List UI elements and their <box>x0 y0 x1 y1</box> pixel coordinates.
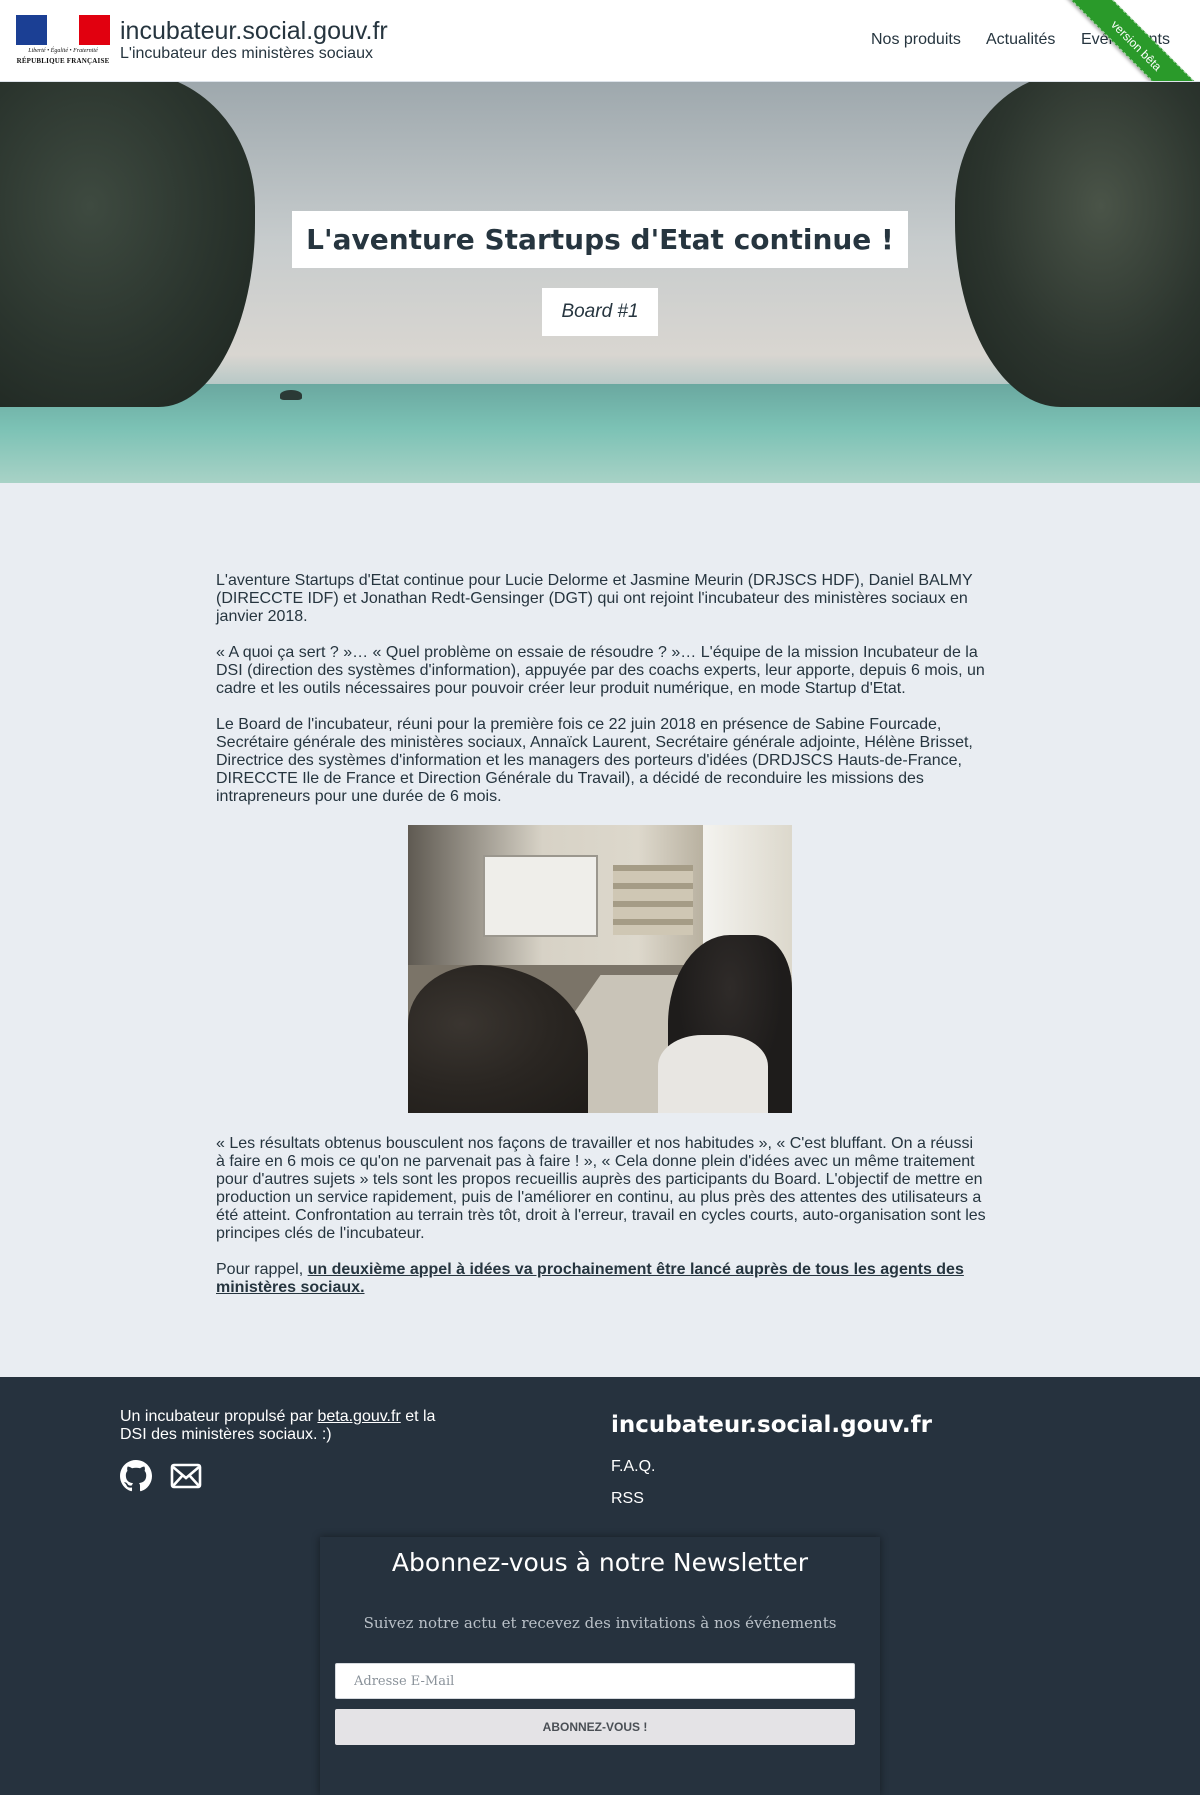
github-icon[interactable] <box>120 1460 152 1492</box>
article-reminder: Pour rappel, un deuxième appel à idées v… <box>216 1261 986 1297</box>
footer-link-rss[interactable]: RSS <box>611 1490 644 1508</box>
marianne-logo[interactable]: Liberté • Égalité • Fraternité RÉPUBLIQU… <box>16 15 110 67</box>
appel-a-idees-link[interactable]: un deuxième appel à idées va prochaineme… <box>216 1261 964 1296</box>
version-beta-ribbon: version bêta <box>1045 0 1200 81</box>
article-body: L'aventure Startups d'Etat continue pour… <box>216 572 986 824</box>
logo-devise: Liberté • Égalité • Fraternité <box>28 48 98 54</box>
french-flag-icon <box>16 15 110 45</box>
logo-republique: RÉPUBLIQUE FRANÇAISE <box>16 57 110 65</box>
article-paragraph: L'aventure Startups d'Etat continue pour… <box>216 572 973 625</box>
article-paragraph: « Les résultats obtenus bousculent nos f… <box>216 1135 986 1242</box>
article-paragraph: « A quoi ça sert ? »… « Quel problème on… <box>216 644 985 697</box>
newsletter-subtitle: Suivez notre actu et recevez des invitat… <box>363 1614 837 1632</box>
newsletter-box: Abonnez-vous à notre Newsletter Suivez n… <box>320 1537 880 1795</box>
hero-rock <box>280 390 302 400</box>
site-subtitle: L'incubateur des ministères sociaux <box>120 45 373 62</box>
beta-gouv-link[interactable]: beta.gouv.fr <box>317 1408 400 1425</box>
site-header: Liberté • Égalité • Fraternité RÉPUBLIQU… <box>0 0 1200 82</box>
mail-icon[interactable] <box>170 1460 202 1492</box>
page-subtitle: Board #1 <box>561 301 639 322</box>
footer-brand: incubateur.social.gouv.fr <box>611 1412 933 1438</box>
hero-title-box: L'aventure Startups d'Etat continue ! <box>292 211 908 268</box>
newsletter-subscribe-button[interactable]: ABONNEZ-VOUS ! <box>335 1709 855 1745</box>
article-paragraph: Le Board de l'incubateur, réuni pour la … <box>216 716 973 805</box>
footer-propulse-prefix: Un incubateur propulsé par <box>120 1408 318 1425</box>
board-meeting-photo <box>408 825 792 1113</box>
site-title[interactable]: incubateur.social.gouv.fr <box>120 17 388 46</box>
footer-propulse-text: Un incubateur propulsé par beta.gouv.fr … <box>120 1408 440 1444</box>
nav-actualites[interactable]: Actualités <box>986 31 1055 49</box>
hero-cliff-left <box>0 82 255 407</box>
nav-nos-produits[interactable]: Nos produits <box>871 31 961 49</box>
article-body-continued: « Les résultats obtenus bousculent nos f… <box>216 1135 986 1315</box>
newsletter-email-input[interactable] <box>335 1663 855 1699</box>
footer-link-faq[interactable]: F.A.Q. <box>611 1458 655 1476</box>
page-title: L'aventure Startups d'Etat continue ! <box>306 223 894 256</box>
reminder-prefix: Pour rappel, <box>216 1261 308 1278</box>
site-footer: Un incubateur propulsé par beta.gouv.fr … <box>0 1377 1200 1795</box>
hero-cliff-right <box>955 82 1200 407</box>
hero-subtitle-box: Board #1 <box>542 288 658 336</box>
hero-banner: L'aventure Startups d'Etat continue ! Bo… <box>0 82 1200 483</box>
newsletter-title: Abonnez-vous à notre Newsletter <box>391 1548 809 1577</box>
